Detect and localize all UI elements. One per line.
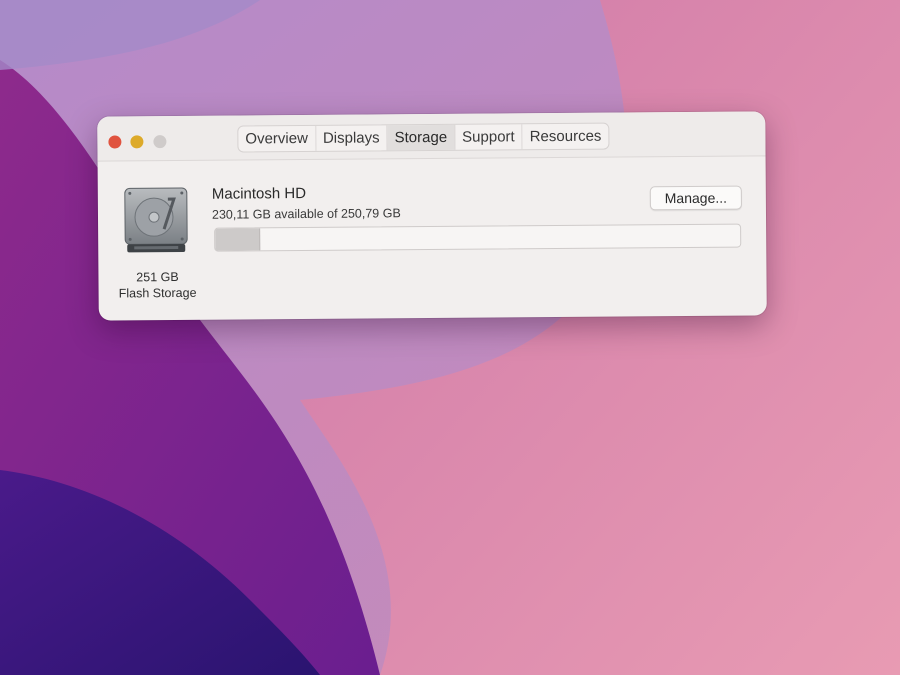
storage-used-segment [215, 228, 260, 251]
storage-usage-bar [214, 223, 742, 252]
close-button[interactable] [108, 135, 122, 149]
zoom-button[interactable] [153, 135, 167, 149]
tab-support[interactable]: Support [455, 124, 523, 150]
manage-button[interactable]: Manage... [649, 185, 742, 211]
tab-bar: Overview Displays Storage Support Resour… [237, 122, 610, 153]
disk-type-label: Flash Storage [118, 285, 197, 301]
disk-available-text: 230,11 GB available of 250,79 GB [211, 206, 401, 222]
hard-drive-icon [124, 187, 188, 253]
about-this-mac-window: Overview Displays Storage Support Resour… [97, 111, 767, 321]
tab-displays[interactable]: Displays [315, 125, 388, 151]
disk-name: Macintosh HD [211, 184, 307, 203]
tab-storage[interactable]: Storage [387, 124, 456, 151]
desktop-wallpaper [0, 0, 900, 675]
minimize-button[interactable] [130, 135, 144, 149]
disk-capacity-label: 251 GB [136, 269, 179, 285]
window-titlebar: Overview Displays Storage Support Resour… [97, 111, 766, 162]
tab-overview[interactable]: Overview [238, 125, 317, 152]
tab-resources[interactable]: Resources [523, 124, 609, 150]
